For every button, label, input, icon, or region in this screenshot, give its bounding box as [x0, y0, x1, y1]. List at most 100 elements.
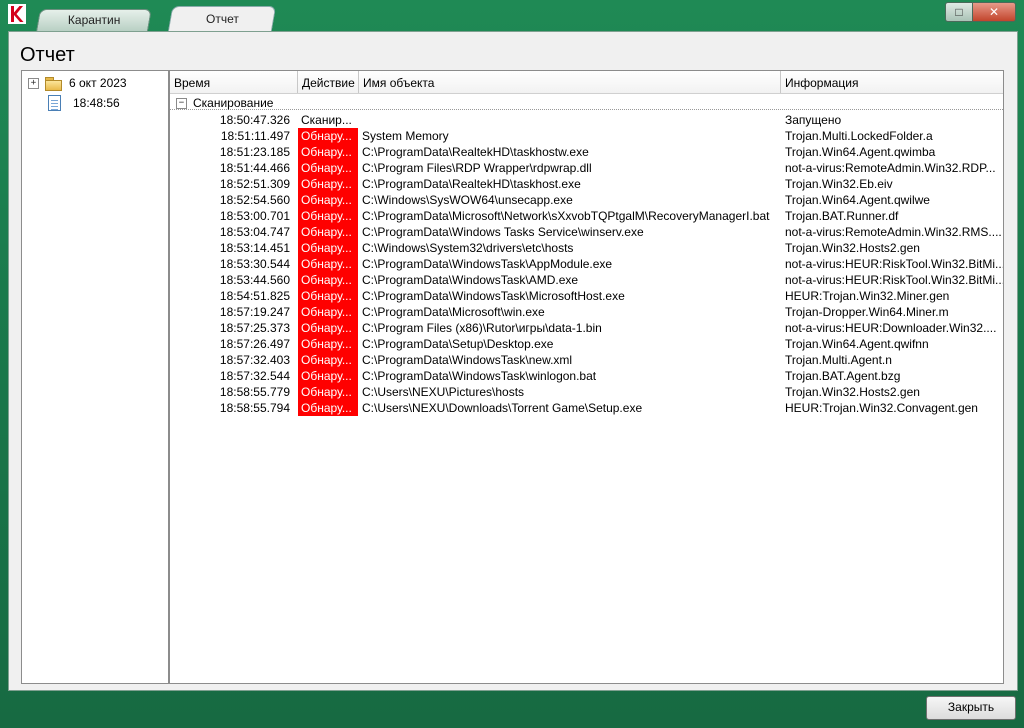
- cell-time: 18:57:26.497: [219, 337, 290, 351]
- cell-action: Обнару...: [298, 400, 358, 416]
- cell-time: 18:52:54.560: [219, 193, 290, 207]
- cell-action: Обнару...: [298, 384, 358, 400]
- cell-info: not-a-virus:RemoteAdmin.Win32.RDP...: [785, 161, 996, 175]
- page-title: Отчет: [20, 44, 75, 66]
- cell-object: C:\Users\NEXU\Pictures\hosts: [362, 385, 525, 399]
- cell-info: Trojan-Dropper.Win64.Miner.m: [785, 305, 949, 319]
- cell-action: Обнару...: [298, 128, 358, 144]
- cell-info: Trojan.BAT.Agent.bzg: [785, 369, 901, 383]
- table-row[interactable]: 18:53:04.747 Обнару... C:\ProgramData\Wind…: [170, 224, 1003, 240]
- cell-info: not-a-virus:HEUR:RiskTool.Win32.BitMi...: [785, 257, 1003, 271]
- column-header-time[interactable]: Время: [170, 71, 298, 93]
- table-row[interactable]: 18:53:00.701 Обнару... C:\ProgramData\Micr…: [170, 208, 1003, 224]
- cell-action: Обнару...: [298, 272, 358, 288]
- cell-time: 18:53:30.544: [219, 257, 290, 271]
- cell-info: Trojan.Win64.Agent.qwimba: [785, 145, 936, 159]
- close-button[interactable]: Закрыть: [926, 696, 1016, 720]
- cell-object: C:\ProgramData\WindowsTask\winlogon.bat: [362, 369, 597, 383]
- cell-object: C:\ProgramData\Microsoft\Network\sXxvobT…: [362, 209, 770, 223]
- collapse-icon[interactable]: −: [176, 97, 187, 109]
- maximize-button[interactable]: □: [945, 2, 973, 22]
- cell-time: 18:52:51.309: [219, 177, 290, 191]
- table-row[interactable]: 18:53:14.451 Обнару... C:\Windows\System32…: [170, 240, 1003, 256]
- cell-action: Обнару...: [298, 192, 358, 208]
- cell-object: C:\Users\NEXU\Downloads\Torrent Game\Set…: [362, 401, 643, 415]
- tab-report[interactable]: Отчет: [167, 6, 277, 32]
- tree-item-session[interactable]: 18:48:56: [48, 94, 120, 112]
- expand-icon[interactable]: +: [28, 77, 39, 89]
- cell-time: 18:51:11.497: [220, 129, 290, 143]
- cell-object: C:\Program Files\RDP Wrapper\rdpwrap.dll: [362, 161, 592, 175]
- cell-action: Обнару...: [298, 224, 358, 240]
- cell-time: 18:54:51.825: [219, 289, 290, 303]
- table-row[interactable]: 18:53:44.560 Обнару... C:\ProgramData\Wind…: [170, 272, 1003, 288]
- cell-info: Trojan.Win64.Agent.qwifnn: [785, 337, 929, 351]
- cell-info: not-a-virus:RemoteAdmin.Win32.RMS....: [785, 225, 1002, 239]
- table-header: Время Действие Имя объекта Информация: [170, 71, 1003, 94]
- tab-quarantine[interactable]: Карантин: [36, 9, 152, 31]
- cell-time: 18:58:55.779: [219, 385, 290, 399]
- cell-time: 18:53:44.560: [219, 273, 290, 287]
- cell-info: not-a-virus:HEUR:Downloader.Win32....: [785, 321, 997, 335]
- column-header-info[interactable]: Информация: [781, 71, 1003, 93]
- cell-info: Запущено: [785, 113, 842, 127]
- cell-action: Обнару...: [298, 368, 358, 384]
- cell-action: Обнару...: [298, 320, 358, 336]
- cell-object: C:\Windows\SysWOW64\unsecapp.exe: [362, 193, 573, 207]
- table-row[interactable]: 18:50:47.326 Сканир... Запущено: [170, 112, 1003, 128]
- cell-object: C:\ProgramData\Windows Tasks Service\win…: [362, 225, 644, 239]
- kaspersky-logo-icon: [8, 4, 26, 24]
- report-window-content: Отчет + 6 окт 2023 18:48:56 Время Действ…: [8, 31, 1018, 691]
- table-row[interactable]: 18:51:44.466 Обнару... C:\Program Files\RD…: [170, 160, 1003, 176]
- cell-object: C:\ProgramData\WindowsTask\MicrosoftHost…: [362, 289, 625, 303]
- cell-info: Trojan.Win32.Hosts2.gen: [785, 241, 920, 255]
- table-row[interactable]: 18:51:11.497 Обнару... System Memory Trojan…: [170, 128, 1003, 144]
- tree-item-session-label: 18:48:56: [73, 96, 120, 110]
- cell-action: Обнару...: [298, 256, 358, 272]
- table-row[interactable]: 18:53:30.544 Обнару... C:\ProgramData\Wind…: [170, 256, 1003, 272]
- table-row[interactable]: 18:51:23.185 Обнару... C:\ProgramData\Real…: [170, 144, 1003, 160]
- table-row[interactable]: 18:54:51.825 Обнару... C:\ProgramData\Wind…: [170, 288, 1003, 304]
- report-date-tree[interactable]: + 6 окт 2023 18:48:56: [21, 70, 169, 684]
- table-row[interactable]: 18:57:32.544 Обнару... C:\ProgramData\Wind…: [170, 368, 1003, 384]
- cell-time: 18:53:00.701: [219, 209, 290, 223]
- cell-time: 18:53:04.747: [219, 225, 290, 239]
- column-header-object[interactable]: Имя объекта: [359, 71, 781, 93]
- group-row-scan[interactable]: − Сканирование: [176, 96, 273, 110]
- cell-info: HEUR:Trojan.Win32.Miner.gen: [785, 289, 950, 303]
- cell-action: Обнару...: [298, 352, 358, 368]
- cell-time: 18:53:14.451: [219, 241, 290, 255]
- cell-object: C:\Windows\System32\drivers\etc\hosts: [362, 241, 574, 255]
- maximize-icon: □: [955, 5, 963, 19]
- table-row[interactable]: 18:52:54.560 Обнару... C:\Windows\SysWOW64…: [170, 192, 1003, 208]
- column-header-action[interactable]: Действие: [298, 71, 359, 93]
- table-row[interactable]: 18:57:19.247 Обнару... C:\ProgramData\Micr…: [170, 304, 1003, 320]
- table-row[interactable]: 18:57:32.403 Обнару... C:\ProgramData\Wind…: [170, 352, 1003, 368]
- table-row[interactable]: 18:58:55.794 Обнару... C:\Users\NEXU\Downl…: [170, 400, 1003, 416]
- cell-info: HEUR:Trojan.Win32.Convagent.gen: [785, 401, 978, 415]
- cell-time: 18:51:44.466: [219, 161, 290, 175]
- close-window-button[interactable]: ✕: [973, 2, 1016, 22]
- cell-object: C:\ProgramData\Microsoft\win.exe: [362, 305, 545, 319]
- table-row[interactable]: 18:57:25.373 Обнару... C:\Program Files (x…: [170, 320, 1003, 336]
- tree-item-date[interactable]: + 6 окт 2023: [28, 74, 127, 92]
- cell-time: 18:50:47.326: [219, 113, 290, 127]
- cell-object: C:\Program Files (x86)\Rutor\игры\data-1…: [362, 321, 602, 335]
- cell-object: [362, 112, 782, 128]
- cell-action: Обнару...: [298, 288, 358, 304]
- cell-action: Обнару...: [298, 160, 358, 176]
- table-row[interactable]: 18:57:26.497 Обнару... C:\ProgramData\Setu…: [170, 336, 1003, 352]
- cell-info: Trojan.Win32.Eb.eiv: [785, 177, 893, 191]
- close-icon: ✕: [988, 5, 1000, 19]
- cell-info: Trojan.Win32.Hosts2.gen: [785, 385, 920, 399]
- table-row[interactable]: 18:58:55.779 Обнару... C:\Users\NEXU\Pictu…: [170, 384, 1003, 400]
- report-events-table[interactable]: Время Действие Имя объекта Информация − …: [169, 70, 1004, 684]
- cell-object: C:\ProgramData\RealtekHD\taskhostw.exe: [362, 145, 589, 159]
- table-row[interactable]: 18:52:51.309 Обнару... C:\ProgramData\Real…: [170, 176, 1003, 192]
- cell-action: Сканир...: [301, 113, 352, 127]
- cell-info: Trojan.Multi.LockedFolder.a: [785, 129, 933, 143]
- cell-action: Обнару...: [298, 176, 358, 192]
- cell-action: Обнару...: [298, 208, 358, 224]
- window-controls: □ ✕: [945, 2, 1016, 22]
- cell-object: C:\ProgramData\WindowsTask\new.xml: [362, 353, 573, 367]
